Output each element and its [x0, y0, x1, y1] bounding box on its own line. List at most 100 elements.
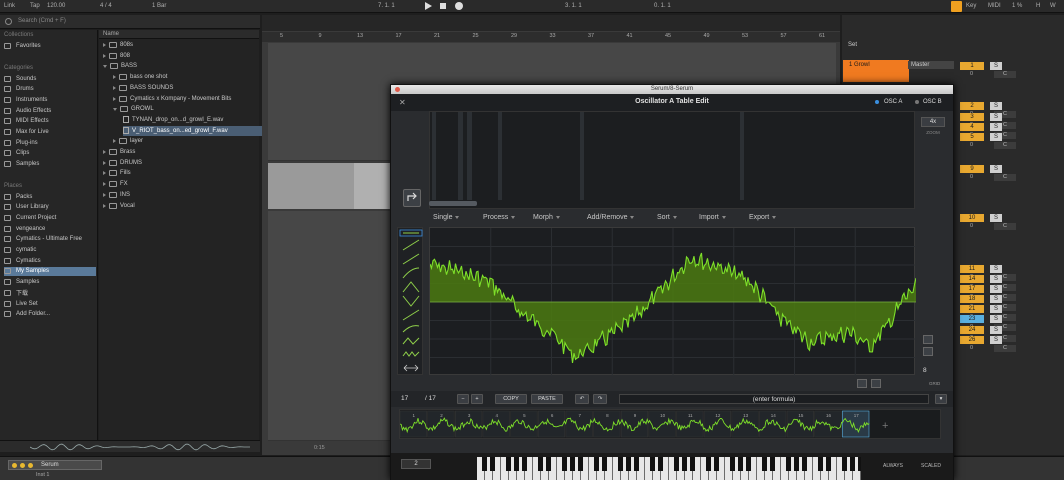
- send-value[interactable]: 0: [970, 345, 973, 351]
- solo-button[interactable]: S: [990, 133, 1002, 141]
- arrangement-position[interactable]: 7. 1. 1: [378, 3, 395, 9]
- loop-length[interactable]: 0. 1. 1: [654, 3, 671, 9]
- folder-row[interactable]: INS: [103, 190, 130, 200]
- category-item[interactable]: Sounds: [4, 74, 96, 83]
- track-header[interactable]: 1 Growl: [843, 60, 909, 82]
- osc-b-tab[interactable]: OSC B: [923, 99, 942, 105]
- category-item[interactable]: Clips: [4, 149, 96, 158]
- disclosure-icon[interactable]: [113, 107, 117, 111]
- folder-row[interactable]: FX: [103, 179, 128, 189]
- file-row[interactable]: V_RIOT_bass_on...ed_growl_F.wav: [123, 125, 273, 136]
- play-icon[interactable]: [425, 2, 432, 10]
- folder-row[interactable]: Cymatics x Kompany - Movement Bits: [113, 94, 231, 104]
- formula-menu-icon[interactable]: ▾: [935, 394, 947, 404]
- audio-clip[interactable]: [268, 163, 360, 209]
- place-item[interactable]: cymatic: [4, 246, 96, 255]
- folder-row[interactable]: GROWL: [113, 104, 154, 114]
- folder-row[interactable]: bass one shot: [113, 72, 167, 82]
- tap-button[interactable]: Tap: [30, 3, 40, 9]
- category-item[interactable]: Plug-ins: [4, 138, 96, 147]
- category-item[interactable]: Max for Live: [4, 128, 96, 137]
- solo-button[interactable]: S: [990, 305, 1002, 313]
- device-edit-icon[interactable]: [20, 463, 25, 468]
- crossfade-button[interactable]: C: [994, 71, 1016, 78]
- place-item[interactable]: My Samples: [4, 266, 96, 276]
- sample-preview[interactable]: [0, 440, 260, 452]
- send-value[interactable]: 0: [970, 71, 973, 77]
- octave-field[interactable]: 2: [401, 459, 431, 469]
- place-item[interactable]: User Library: [4, 203, 96, 212]
- disclosure-icon[interactable]: [103, 203, 106, 208]
- waveform-editor[interactable]: [429, 227, 916, 376]
- crossfade-button[interactable]: C: [994, 223, 1016, 230]
- folder-row[interactable]: 808s: [103, 40, 133, 50]
- category-item[interactable]: Drums: [4, 85, 96, 94]
- serum-device[interactable]: Serum: [8, 460, 102, 470]
- disclosure-icon[interactable]: [113, 139, 116, 144]
- file-row[interactable]: TYNAN_drop_on...d_growl_E.wav: [123, 115, 223, 125]
- time-signature[interactable]: 4 / 4: [100, 3, 112, 9]
- solo-button[interactable]: S: [990, 336, 1002, 344]
- folder-row[interactable]: Vocal: [103, 201, 135, 211]
- undo-icon[interactable]: ↶: [575, 394, 589, 404]
- grid-value[interactable]: 8: [923, 367, 927, 374]
- track-number[interactable]: 2: [960, 102, 984, 110]
- folder-row[interactable]: BASS SOUNDS: [113, 83, 173, 93]
- track-number[interactable]: 1: [960, 62, 984, 70]
- record-icon[interactable]: [455, 2, 463, 10]
- send-value[interactable]: 0: [970, 142, 973, 148]
- formula-input[interactable]: (enter formula): [619, 394, 929, 404]
- place-item[interactable]: Packs: [4, 192, 96, 201]
- folder-row[interactable]: Brass: [103, 147, 135, 157]
- crossfade-button[interactable]: C: [994, 142, 1016, 149]
- place-item[interactable]: Current Project: [4, 213, 96, 222]
- current-frame[interactable]: 17: [401, 395, 408, 402]
- h-button[interactable]: H: [1036, 3, 1040, 9]
- quantize-menu[interactable]: 1 Bar: [152, 3, 166, 9]
- disclosure-icon[interactable]: [103, 192, 106, 197]
- solo-button[interactable]: S: [990, 113, 1002, 121]
- key-label[interactable]: Key: [966, 3, 976, 9]
- copy-button[interactable]: COPY: [495, 394, 527, 404]
- serum-titlebar[interactable]: Serum/8-Serum: [391, 85, 953, 94]
- midi-label[interactable]: MIDI: [988, 3, 1001, 9]
- close-window-icon[interactable]: [395, 87, 400, 92]
- track-number[interactable]: 4: [960, 123, 984, 131]
- link-button[interactable]: Link: [4, 3, 15, 9]
- track-number[interactable]: 24: [960, 326, 984, 334]
- loop-start[interactable]: 3. 1. 1: [565, 3, 582, 9]
- track-number[interactable]: 21: [960, 305, 984, 313]
- place-item[interactable]: Samples: [4, 278, 96, 287]
- solo-button[interactable]: S: [990, 102, 1002, 110]
- zoom-field[interactable]: 4x: [921, 117, 945, 127]
- arrow-left-icon[interactable]: [857, 379, 867, 388]
- disclosure-icon[interactable]: [103, 182, 106, 187]
- category-item[interactable]: MIDI Effects: [4, 117, 96, 126]
- arrow-up-icon[interactable]: [923, 335, 933, 344]
- remove-frame-button[interactable]: −: [457, 394, 469, 404]
- crossfade-button[interactable]: C: [994, 345, 1016, 352]
- beat-ruler[interactable]: 5 9 13 17 21 25 29 33 37 41 45 49 53 57 61: [262, 32, 840, 42]
- name-column-header[interactable]: Name: [99, 30, 259, 39]
- collection-item[interactable]: Favorites: [4, 41, 96, 50]
- arrow-right-icon[interactable]: [871, 379, 881, 388]
- track-number[interactable]: 26: [960, 336, 984, 344]
- tempo-field[interactable]: 120.00: [47, 3, 65, 9]
- w-button[interactable]: W: [1050, 3, 1056, 9]
- menu-sort[interactable]: Sort: [657, 214, 677, 221]
- solo-button[interactable]: S: [990, 62, 1002, 70]
- place-item[interactable]: vengeance: [4, 224, 96, 233]
- solo-button[interactable]: S: [990, 275, 1002, 283]
- track-number[interactable]: 14: [960, 275, 984, 283]
- device-on-icon[interactable]: [12, 463, 17, 468]
- solo-button[interactable]: S: [990, 326, 1002, 334]
- place-item[interactable]: Live Set: [4, 299, 96, 308]
- wavetable-overview[interactable]: [429, 111, 915, 209]
- solo-button[interactable]: S: [990, 165, 1002, 173]
- folder-row[interactable]: layer: [113, 136, 143, 146]
- always-toggle[interactable]: ALWAYS: [883, 463, 903, 469]
- solo-button[interactable]: S: [990, 123, 1002, 131]
- solo-button[interactable]: S: [990, 285, 1002, 293]
- menu-addremove[interactable]: Add/Remove: [587, 214, 635, 221]
- place-item[interactable]: 下载: [4, 288, 96, 297]
